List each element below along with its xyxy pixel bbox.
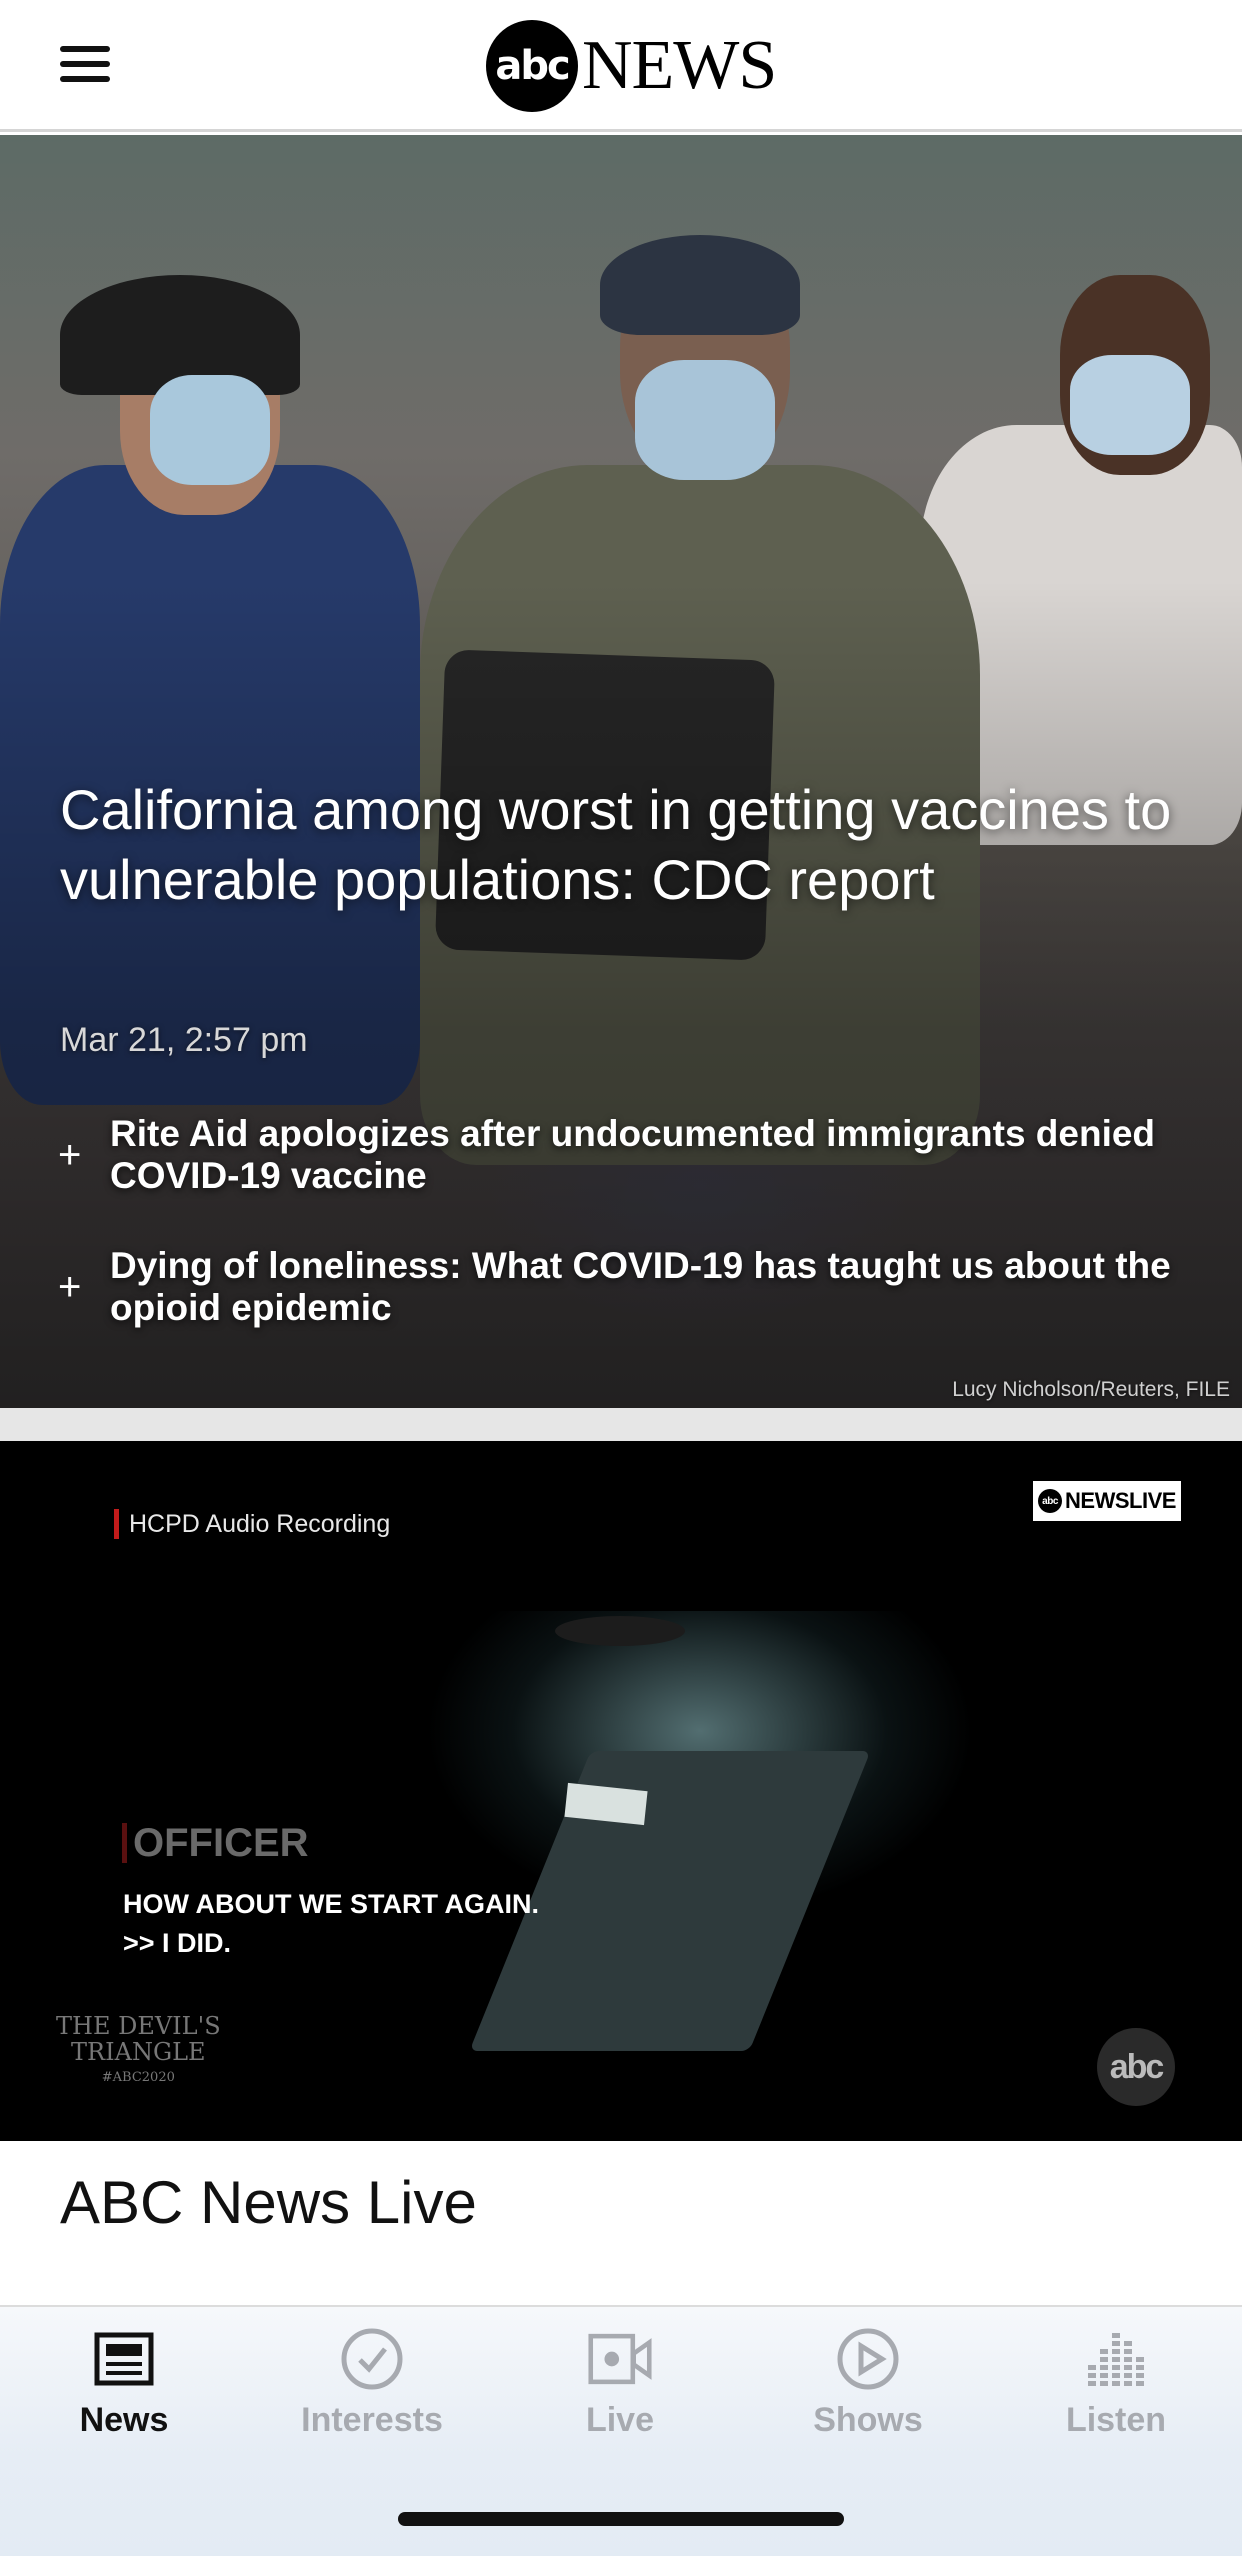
tab-shows[interactable]: Shows <box>744 2327 992 2467</box>
abc-news-logo[interactable]: abc NEWS <box>486 18 777 114</box>
related-story[interactable]: + Dying of loneliness: What COVID-19 has… <box>0 1245 1242 1329</box>
audio-bars-icon <box>1084 2327 1148 2391</box>
abc-news-live-logo: abc NEWS LIVE <box>1033 1481 1181 1521</box>
show-logo-line: TRIANGLE <box>71 2038 206 2066</box>
checkmark-circle-icon <box>340 2327 404 2391</box>
logo-word: NEWS <box>582 27 777 104</box>
app-header: abc NEWS <box>0 0 1242 132</box>
hero-content: California among worst in getting vaccin… <box>0 135 1242 1408</box>
section-title: ABC News Live <box>60 2169 477 2236</box>
hero-date: Mar 21, 2:57 pm <box>60 1021 308 1059</box>
tab-interests[interactable]: Interests <box>248 2327 496 2467</box>
newspaper-icon <box>92 2327 156 2391</box>
menu-icon[interactable] <box>60 44 110 84</box>
abc-mini-icon: abc <box>1038 1489 1063 1513</box>
tab-label: Live <box>585 2401 655 2439</box>
related-story-title: Dying of loneliness: What COVID-19 has t… <box>110 1245 1171 1328</box>
show-logo-line: THE DEVIL'S <box>56 2012 221 2040</box>
tab-live[interactable]: Live <box>496 2327 744 2467</box>
tab-label: Shows <box>813 2401 923 2439</box>
caption-line: >> I DID. <box>123 1928 232 1958</box>
hero-story[interactable]: California among worst in getting vaccin… <box>0 135 1242 1408</box>
related-story[interactable]: + Rite Aid apologizes after undocumented… <box>0 1113 1242 1197</box>
section-separator <box>0 1408 1242 1441</box>
video-chip: HCPD Audio Recording <box>114 1509 390 1539</box>
caption-line: HOW ABOUT WE START AGAIN. <box>123 1889 539 1919</box>
hero-headline[interactable]: California among worst in getting vaccin… <box>60 775 1200 915</box>
abc-bug-logo: abc <box>1097 2028 1175 2106</box>
play-circle-icon <box>836 2327 900 2391</box>
video-player[interactable]: HCPD Audio Recording abc NEWS LIVE OFFIC… <box>0 1441 1242 2141</box>
speaker-label: OFFICER <box>122 1823 309 1863</box>
photo-credit: Lucy Nicholson/Reuters, FILE <box>952 1378 1230 1401</box>
related-story-title: Rite Aid apologizes after undocumented i… <box>110 1113 1156 1196</box>
tab-news[interactable]: News <box>0 2327 248 2467</box>
video-camera-icon <box>588 2327 652 2391</box>
home-indicator[interactable] <box>398 2512 844 2526</box>
show-logo: THE DEVIL'S TRIANGLE #ABC2020 <box>56 2013 221 2091</box>
video-caption: HOW ABOUT WE START AGAIN. >> I DID. <box>123 1885 539 1963</box>
video-scene <box>555 1616 685 1646</box>
tab-listen[interactable]: Listen <box>992 2327 1240 2467</box>
tab-label: Listen <box>1065 2401 1167 2439</box>
plus-icon: + <box>58 1133 82 1177</box>
logo-circle: abc <box>486 20 578 112</box>
tab-label: Interests <box>301 2401 443 2439</box>
show-logo-tag: #ABC2020 <box>101 2070 175 2085</box>
live-logo-suffix: LIVE <box>1129 1488 1176 1513</box>
live-logo-word: NEWS <box>1065 1488 1130 1513</box>
plus-icon: + <box>58 1265 82 1309</box>
tab-label: News <box>79 2401 169 2439</box>
